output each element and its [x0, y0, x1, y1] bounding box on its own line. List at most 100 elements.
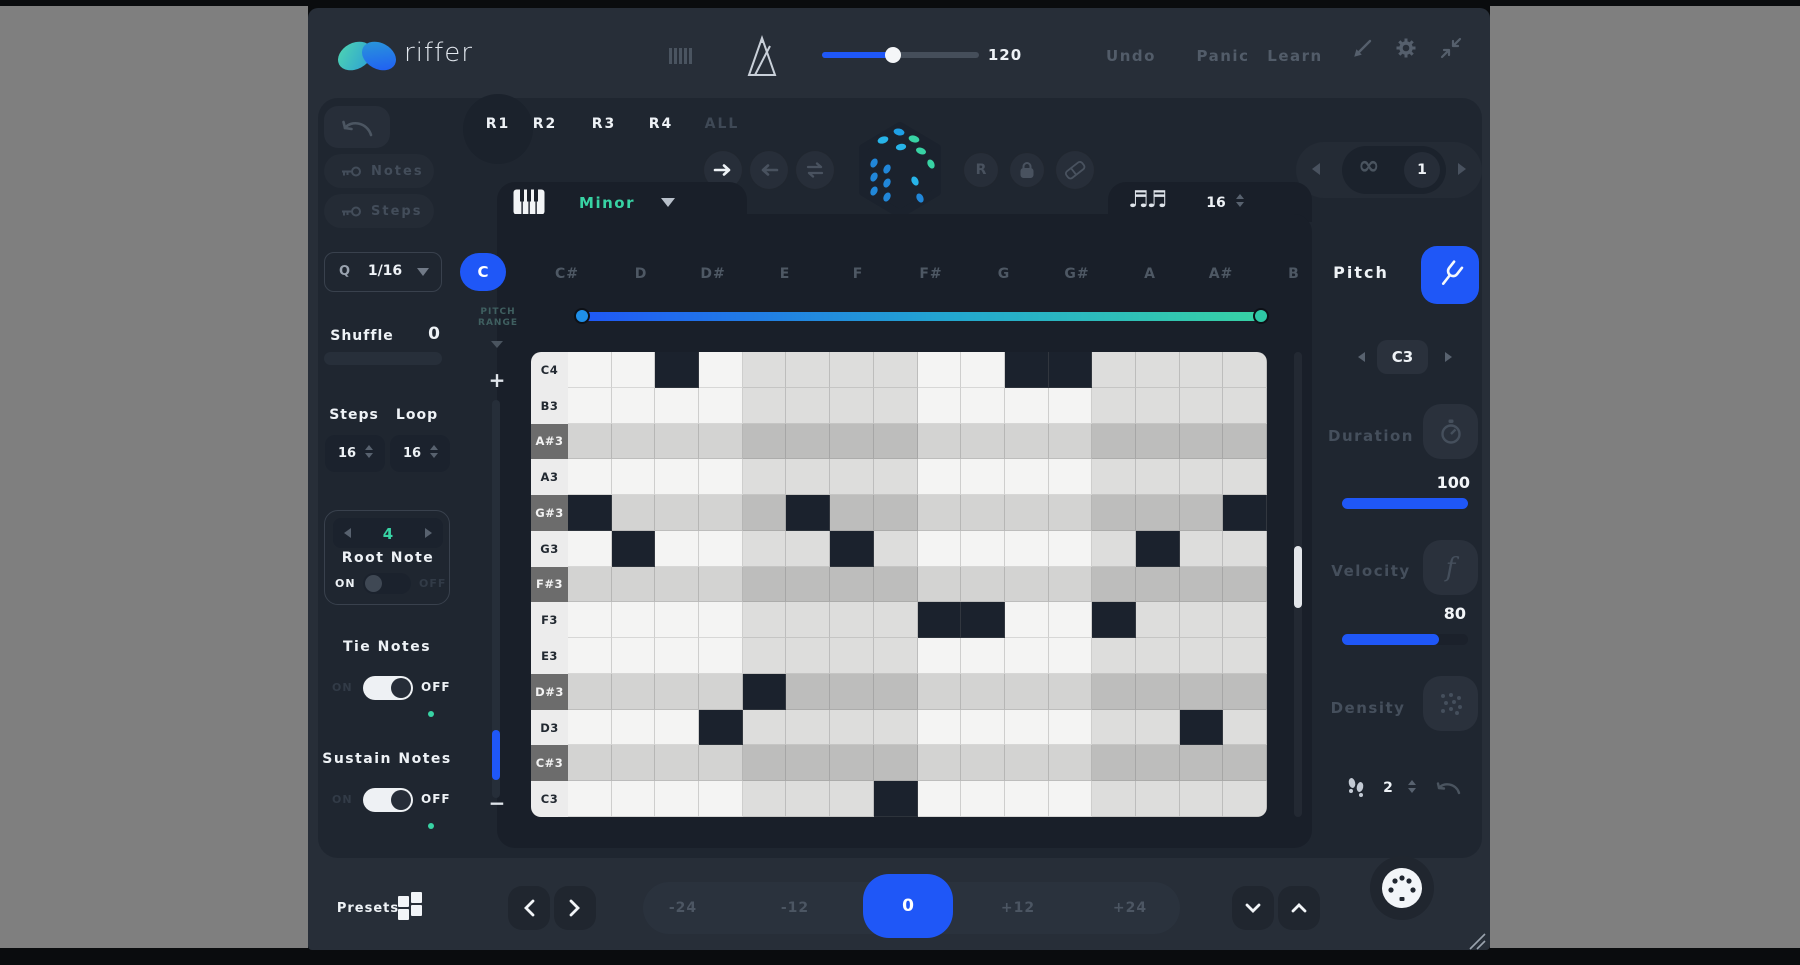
grid-cell-b3-step5[interactable]	[743, 388, 787, 424]
grid-cell-f3-step5[interactable]	[743, 602, 787, 638]
grid-cell-dsharp3-step14[interactable]	[1136, 674, 1180, 710]
grid-cell-asharp3-step4[interactable]	[699, 424, 743, 460]
density-button[interactable]	[1423, 676, 1478, 731]
grid-cell-c4-step6[interactable]	[786, 352, 830, 388]
grid-cell-csharp3-step8[interactable]	[874, 745, 918, 781]
grid-cell-c3-step13[interactable]	[1092, 781, 1136, 817]
grid-cell-g3-step1[interactable]	[568, 531, 612, 567]
grid-cell-a3-step8[interactable]	[874, 459, 918, 495]
grid-cell-gsharp3-step13[interactable]	[1092, 495, 1136, 531]
grid-cell-b3-step8[interactable]	[874, 388, 918, 424]
preset-next-button[interactable]	[554, 886, 596, 930]
grid-cell-e3-step15[interactable]	[1180, 638, 1224, 674]
grid-cell-gsharp3-step7[interactable]	[830, 495, 874, 531]
grid-cell-dsharp3-step13[interactable]	[1092, 674, 1136, 710]
note-cell-c4-step12[interactable]	[1049, 352, 1093, 388]
grid-cell-d3-step10[interactable]	[961, 710, 1005, 746]
grid-cell-gsharp3-step9[interactable]	[918, 495, 962, 531]
grid-cell-g3-step5[interactable]	[743, 531, 787, 567]
pitch-range-collapse-arrow[interactable]	[491, 341, 503, 348]
grid-cell-f3-step8[interactable]	[874, 602, 918, 638]
grid-cell-b3-step2[interactable]	[612, 388, 656, 424]
grid-cell-e3-step6[interactable]	[786, 638, 830, 674]
grid-cell-fsharp3-step13[interactable]	[1092, 567, 1136, 603]
grid-cell-d3-step12[interactable]	[1049, 710, 1093, 746]
grid-cell-dsharp3-step12[interactable]	[1049, 674, 1093, 710]
grid-cell-g3-step11[interactable]	[1005, 531, 1049, 567]
grid-cell-b3-step15[interactable]	[1180, 388, 1224, 424]
voices-stepper[interactable]	[1408, 780, 1416, 793]
grid-cell-d3-step1[interactable]	[568, 710, 612, 746]
grid-cell-asharp3-step15[interactable]	[1180, 424, 1224, 460]
grid-cell-g3-step16[interactable]	[1223, 531, 1267, 567]
grid-cell-g3-step4[interactable]	[699, 531, 743, 567]
grid-cell-fsharp3-step16[interactable]	[1223, 567, 1267, 603]
scale-dropdown-arrow[interactable]	[661, 198, 675, 207]
grid-cell-gsharp3-step4[interactable]	[699, 495, 743, 531]
grid-cell-a3-step4[interactable]	[699, 459, 743, 495]
grid-cell-fsharp3-step14[interactable]	[1136, 567, 1180, 603]
key-a[interactable]: A	[1144, 266, 1156, 282]
grid-cell-d3-step5[interactable]	[743, 710, 787, 746]
pitch-range-slider[interactable]	[580, 312, 1265, 321]
resize-grip[interactable]	[1466, 930, 1486, 950]
grid-cell-f3-step4[interactable]	[699, 602, 743, 638]
grid-cell-a3-step14[interactable]	[1136, 459, 1180, 495]
grid-cell-c3-step1[interactable]	[568, 781, 612, 817]
randomize-r-button[interactable]: R	[964, 153, 998, 187]
grid-cell-asharp3-step14[interactable]	[1136, 424, 1180, 460]
key-c[interactable]: C	[460, 253, 506, 291]
grid-cell-csharp3-step1[interactable]	[568, 745, 612, 781]
grid-cell-fsharp3-step3[interactable]	[655, 567, 699, 603]
grid-cell-c4-step7[interactable]	[830, 352, 874, 388]
grid-cell-csharp3-step4[interactable]	[699, 745, 743, 781]
pitch-range-handle-low[interactable]	[574, 308, 590, 324]
grid-cell-b3-step1[interactable]	[568, 388, 612, 424]
grid-cell-csharp3-step9[interactable]	[918, 745, 962, 781]
revert-arrow-icon[interactable]	[1434, 780, 1462, 796]
grid-cell-csharp3-step5[interactable]	[743, 745, 787, 781]
grid-cell-c3-step14[interactable]	[1136, 781, 1180, 817]
preset-prev-button[interactable]	[508, 886, 550, 930]
tempo-slider-knob[interactable]	[885, 47, 901, 63]
grid-cell-gsharp3-step2[interactable]	[612, 495, 656, 531]
grid-cell-asharp3-step9[interactable]	[918, 424, 962, 460]
note-cell-g3-step14[interactable]	[1136, 531, 1180, 567]
key-b[interactable]: B	[1288, 266, 1300, 282]
grid-cell-fsharp3-step12[interactable]	[1049, 567, 1093, 603]
grid-cell-csharp3-step13[interactable]	[1092, 745, 1136, 781]
grid-cell-f3-step6[interactable]	[786, 602, 830, 638]
grid-cell-e3-step3[interactable]	[655, 638, 699, 674]
grid-cell-asharp3-step7[interactable]	[830, 424, 874, 460]
grid-cell-d3-step2[interactable]	[612, 710, 656, 746]
loop-count[interactable]: 1	[1404, 152, 1440, 188]
steps-stepper[interactable]: 16	[325, 435, 385, 472]
grid-cell-fsharp3-step2[interactable]	[612, 567, 656, 603]
grid-cell-a3-step5[interactable]	[743, 459, 787, 495]
grid-cell-e3-step14[interactable]	[1136, 638, 1180, 674]
grid-cell-csharp3-step11[interactable]	[1005, 745, 1049, 781]
grid-cell-c4-step10[interactable]	[961, 352, 1005, 388]
grid-cell-csharp3-step6[interactable]	[786, 745, 830, 781]
grid-cell-e3-step2[interactable]	[612, 638, 656, 674]
grid-cell-dsharp3-step16[interactable]	[1223, 674, 1267, 710]
root-note-prev-icon[interactable]	[343, 527, 352, 539]
grid-cell-gsharp3-step15[interactable]	[1180, 495, 1224, 531]
grid-cell-f3-step15[interactable]	[1180, 602, 1224, 638]
grid-cell-fsharp3-step1[interactable]	[568, 567, 612, 603]
lock-notes-toggle[interactable]: Notes	[324, 154, 434, 188]
grid-cell-g3-step3[interactable]	[655, 531, 699, 567]
loop-stepper[interactable]: 16	[390, 435, 450, 472]
grid-cell-c4-step15[interactable]	[1180, 352, 1224, 388]
grid-cell-gsharp3-step11[interactable]	[1005, 495, 1049, 531]
grid-cell-fsharp3-step9[interactable]	[918, 567, 962, 603]
quantize-dropdown[interactable]: Q 1/16	[324, 252, 442, 292]
note-cell-d3-step4[interactable]	[699, 710, 743, 746]
grid-cell-e3-step4[interactable]	[699, 638, 743, 674]
grid-cell-g3-step13[interactable]	[1092, 531, 1136, 567]
metronome-icon[interactable]	[742, 34, 782, 78]
octave-up-button[interactable]	[1278, 886, 1320, 930]
sustain-notes-toggle[interactable]	[363, 788, 413, 812]
grid-cell-csharp3-step2[interactable]	[612, 745, 656, 781]
grid-cell-f3-step11[interactable]	[1005, 602, 1049, 638]
